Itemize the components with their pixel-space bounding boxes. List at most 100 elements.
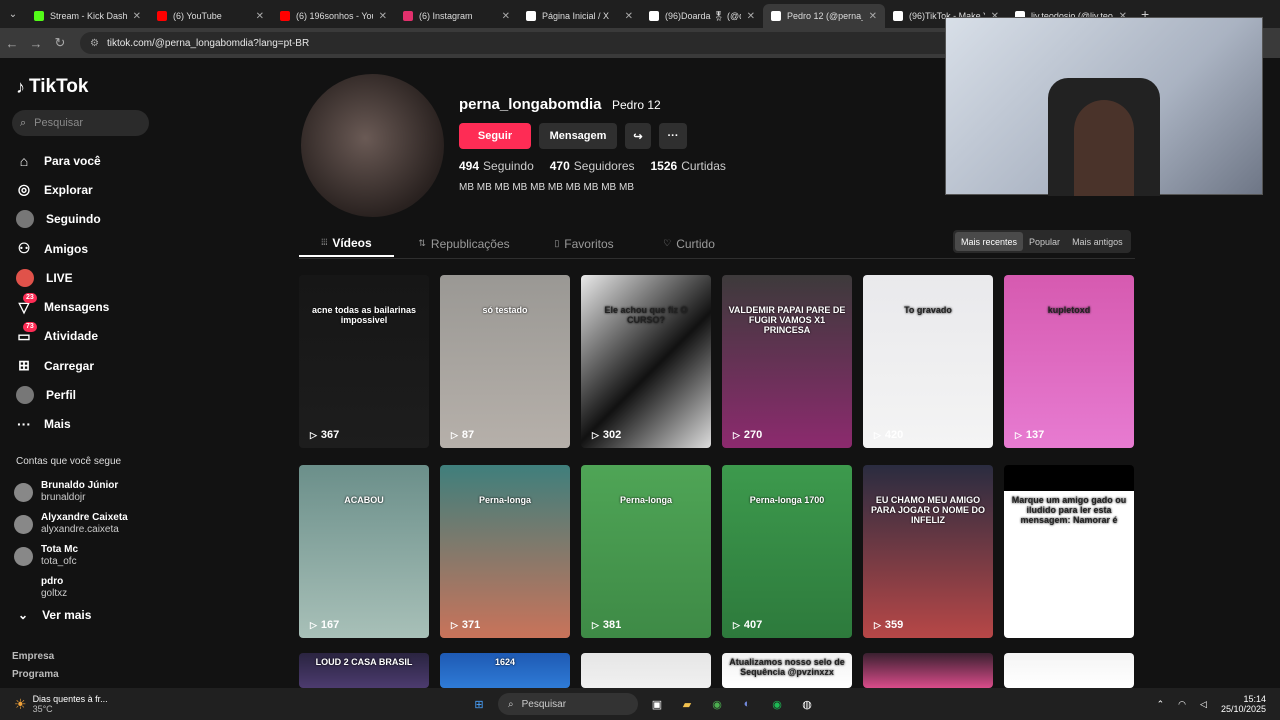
browser-tab[interactable]: Página Inicial / X ✕: [518, 4, 641, 28]
spotify-icon[interactable]: ◉: [766, 693, 788, 715]
profile-avatar[interactable]: [301, 74, 444, 217]
search-input[interactable]: ⌕ Pesquisar: [12, 110, 149, 136]
message-button[interactable]: Mensagem: [539, 123, 617, 149]
following-account[interactable]: Brunaldo Júnior brunaldojr: [14, 476, 128, 508]
windows-start-icon[interactable]: ⊞: [468, 693, 490, 715]
tab-title: (6) YouTube: [173, 11, 222, 21]
back-icon[interactable]: ←: [0, 36, 24, 51]
video-thumbnail[interactable]: kupletoxd ▷ 137: [1004, 275, 1134, 448]
tab-curtido[interactable]: ♡ Curtido: [634, 230, 744, 257]
following-account[interactable]: pdro goltxz: [14, 572, 128, 604]
tab-close-icon[interactable]: ✕: [747, 11, 755, 22]
view-count-value: 302: [602, 429, 622, 441]
video-thumbnail[interactable]: Ele achou que fiz O CURSO? ▷ 302: [581, 275, 711, 448]
tab-close-icon[interactable]: ✕: [133, 11, 141, 22]
sidebar-item-mais[interactable]: ··· Mais: [16, 410, 109, 439]
sidebar-item-para-voce[interactable]: ⌂ Para você: [16, 146, 109, 175]
account-text: Alyxandre Caixeta alyxandre.caixeta: [41, 512, 128, 536]
stat-seguindo[interactable]: 494 Seguindo: [459, 159, 534, 173]
sidebar-item-carregar[interactable]: ⊞ Carregar: [16, 351, 109, 380]
video-thumbnail[interactable]: LOUD 2 CASA BRASIL: [299, 653, 429, 688]
footer-link-company[interactable]: Empresa: [12, 651, 54, 662]
following-account[interactable]: Tota Mc tota_ofc: [14, 540, 128, 572]
sort-option-mais-recentes[interactable]: Mais recentes: [955, 232, 1024, 251]
browser-tab[interactable]: Pedro 12 (@perna_lo ✕: [763, 4, 885, 28]
messages-icon: ▽ 23: [16, 293, 37, 315]
sidebar-item-amigos[interactable]: ⚇ Amigos: [16, 234, 109, 263]
browser-tab[interactable]: (6) YouTube ✕: [149, 4, 272, 28]
tiktok-logo[interactable]: ♪ TikTok: [16, 76, 88, 98]
stat-curtidas[interactable]: 1526 Curtidas: [651, 159, 726, 173]
video-thumbnail[interactable]: Perna-longa 1700 ▷ 407: [722, 465, 852, 638]
video-thumbnail[interactable]: só testado ▷ 87: [440, 275, 570, 448]
play-icon: ▷: [733, 619, 740, 630]
tab-close-icon[interactable]: ✕: [502, 11, 510, 22]
video-thumbnail[interactable]: Atualizamos nosso selo de Sequência @pvz…: [722, 653, 852, 688]
speaker-icon[interactable]: ◁: [1200, 699, 1207, 710]
tab-title: (96)Doarda 🎖 (@doa: [665, 10, 741, 21]
footer-link-program[interactable]: Programa: [12, 669, 59, 680]
sort-option-popular[interactable]: Popular: [1023, 232, 1066, 251]
tab-favoritos[interactable]: ▯ Favoritos: [534, 230, 634, 257]
sidebar-item-perfil[interactable]: Perfil: [16, 380, 109, 409]
follow-button[interactable]: Seguir: [459, 123, 531, 149]
forward-icon[interactable]: →: [24, 36, 48, 51]
video-thumbnail[interactable]: ACABOU ▷ 167: [299, 465, 429, 638]
video-thumbnail[interactable]: 1624: [440, 653, 570, 688]
account-name: Alyxandre Caixeta: [41, 512, 128, 523]
video-thumbnail[interactable]: EU CHAMO MEU AMIGO PARA JOGAR O NOME DO …: [863, 465, 993, 638]
play-icon: ▷: [874, 619, 881, 630]
site-info-icon[interactable]: ⚙: [90, 38, 99, 49]
sidebar-item-label: Mais: [44, 417, 71, 432]
wifi-icon[interactable]: ◠: [1178, 699, 1186, 710]
video-thumbnail[interactable]: Marque um amigo gado ou iludido para ler…: [1004, 465, 1134, 638]
share-icon[interactable]: ↪: [625, 123, 651, 149]
tab-label: Favoritos: [564, 236, 614, 251]
sidebar-item-live[interactable]: LIVE: [16, 263, 109, 292]
tab-close-icon[interactable]: ✕: [869, 11, 877, 22]
video-thumbnail[interactable]: [581, 653, 711, 688]
sidebar-item-mensagens[interactable]: ▽ 23 Mensagens: [16, 292, 109, 321]
sort-option-mais-antigos[interactable]: Mais antigos: [1066, 232, 1129, 251]
video-thumbnail[interactable]: [863, 653, 993, 688]
more-options-icon[interactable]: ···: [659, 123, 687, 149]
home-icon: ⌂: [19, 152, 29, 169]
reload-icon[interactable]: ↻: [48, 35, 72, 51]
tab-videos[interactable]: ⦙⦙⦙ Vídeos: [299, 230, 394, 257]
sidebar-item-explorar[interactable]: ◎ Explorar: [16, 175, 109, 204]
sidebar-item-atividade[interactable]: ▭ 73 Atividade: [16, 322, 109, 351]
stat-seguidores[interactable]: 470 Seguidores: [550, 159, 635, 173]
sidebar-item-label: LIVE: [46, 270, 73, 285]
discord-icon[interactable]: ◐: [736, 693, 758, 715]
sidebar-item-seguindo[interactable]: Seguindo: [16, 205, 109, 234]
tab-close-icon[interactable]: ✕: [379, 11, 387, 22]
video-thumbnail[interactable]: acne todas as bailarinas impossivel ▷ 367: [299, 275, 429, 448]
video-thumbnail[interactable]: To gravado ▷ 420: [863, 275, 993, 448]
view-count-value: 87: [461, 429, 475, 441]
browser-tab[interactable]: (96)Doarda 🎖 (@doa ✕: [641, 4, 763, 28]
tab-republicacoes[interactable]: ⇅ Republicações: [394, 230, 534, 257]
tab-close-icon[interactable]: ✕: [625, 11, 633, 22]
taskbar-search[interactable]: ⌕ Pesquisar: [498, 693, 638, 715]
browser-tab[interactable]: (6) 196sonhos - YouT ✕: [272, 4, 395, 28]
video-thumbnail[interactable]: Perna-longa ▷ 371: [440, 465, 570, 638]
tray-chevron-icon[interactable]: ⌃: [1157, 699, 1165, 710]
task-view-icon[interactable]: ▣: [646, 693, 668, 715]
sidebar: ♪ TikTok ⌕ Pesquisar ⌂ Para você ◎ Explorar…: [0, 58, 160, 688]
account-text: pdro goltxz: [41, 576, 67, 600]
tab-search-icon[interactable]: ⌄: [0, 4, 26, 24]
video-thumbnail[interactable]: Perna-longa ▷ 381: [581, 465, 711, 638]
browser-tab[interactable]: Stream - Kick Dashb ✕: [26, 4, 149, 28]
weather-icon: ☀: [14, 695, 27, 712]
following-account[interactable]: Alyxandre Caixeta alyxandre.caixeta: [14, 508, 128, 540]
chrome-icon[interactable]: ◉: [706, 693, 728, 715]
weather-widget[interactable]: ☀ Dias quentes à fr... 35°C: [14, 694, 108, 714]
file-explorer-icon[interactable]: ▰: [676, 693, 698, 715]
video-thumbnail[interactable]: VALDEMIR PAPAI PARE DE FUGIR VAMOS X1 PR…: [722, 275, 852, 448]
video-thumbnail[interactable]: [1004, 653, 1134, 688]
app-icon[interactable]: ◍: [796, 693, 818, 715]
url-field[interactable]: ⚙ tiktok.com/@perna_longabomdia?lang=pt-…: [80, 32, 980, 54]
tab-close-icon[interactable]: ✕: [256, 11, 264, 22]
browser-tab[interactable]: (6) Instagram ✕: [395, 4, 518, 28]
see-more-button[interactable]: ⌄ Ver mais: [18, 608, 91, 622]
